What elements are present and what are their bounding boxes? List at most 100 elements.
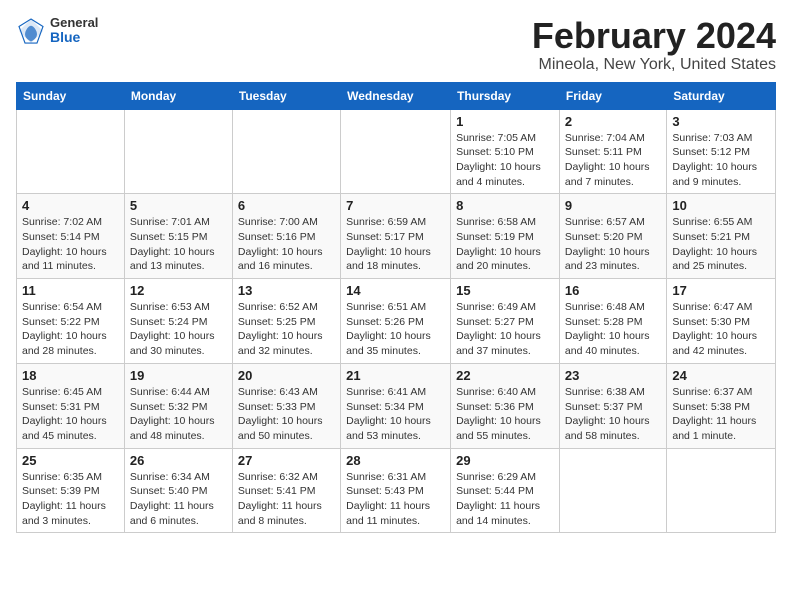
day-info: Sunrise: 6:52 AMSunset: 5:25 PMDaylight:…	[238, 300, 335, 359]
day-number: 14	[346, 283, 445, 298]
calendar-cell: 1 Sunrise: 7:05 AMSunset: 5:10 PMDaylight…	[451, 109, 560, 194]
day-info: Sunrise: 7:00 AMSunset: 5:16 PMDaylight:…	[238, 215, 335, 274]
calendar-cell: 2 Sunrise: 7:04 AMSunset: 5:11 PMDaylight…	[559, 109, 666, 194]
col-header-saturday: Saturday	[667, 82, 776, 109]
col-header-wednesday: Wednesday	[341, 82, 451, 109]
day-number: 9	[565, 198, 661, 213]
calendar-cell: 4Sunrise: 7:02 AMSunset: 5:14 PMDaylight…	[17, 194, 125, 279]
day-number: 15	[456, 283, 554, 298]
calendar-cell: 17 Sunrise: 6:47 AMSunset: 5:30 PMDayligh…	[667, 279, 776, 364]
calendar-week-row: 25 Sunrise: 6:35 AMSunset: 5:39 PMDayligh…	[17, 448, 776, 533]
calendar-cell: 22 Sunrise: 6:40 AMSunset: 5:36 PMDayligh…	[451, 363, 560, 448]
day-number: 11	[22, 283, 119, 298]
col-header-monday: Monday	[124, 82, 232, 109]
logo-icon	[16, 16, 46, 46]
day-number: 16	[565, 283, 661, 298]
calendar-cell: 5 Sunrise: 7:01 AMSunset: 5:15 PMDaylight…	[124, 194, 232, 279]
day-number: 2	[565, 114, 661, 129]
calendar-cell: 19 Sunrise: 6:44 AMSunset: 5:32 PMDayligh…	[124, 363, 232, 448]
calendar-cell: 8 Sunrise: 6:58 AMSunset: 5:19 PMDaylight…	[451, 194, 560, 279]
calendar-cell	[17, 109, 125, 194]
day-number: 23	[565, 368, 661, 383]
day-number: 29	[456, 453, 554, 468]
day-info: Sunrise: 6:34 AMSunset: 5:40 PMDaylight:…	[130, 470, 227, 529]
day-info: Sunrise: 6:57 AMSunset: 5:20 PMDaylight:…	[565, 215, 661, 274]
day-number: 22	[456, 368, 554, 383]
logo-text: General Blue	[50, 16, 98, 46]
day-info: Sunrise: 6:54 AMSunset: 5:22 PMDaylight:…	[22, 300, 119, 359]
day-info: Sunrise: 6:55 AMSunset: 5:21 PMDaylight:…	[672, 215, 770, 274]
calendar-cell: 16Sunrise: 6:48 AMSunset: 5:28 PMDayligh…	[559, 279, 666, 364]
day-info: Sunrise: 6:32 AMSunset: 5:41 PMDaylight:…	[238, 470, 335, 529]
col-header-thursday: Thursday	[451, 82, 560, 109]
calendar-cell: 9 Sunrise: 6:57 AMSunset: 5:20 PMDaylight…	[559, 194, 666, 279]
day-info: Sunrise: 6:44 AMSunset: 5:32 PMDaylight:…	[130, 385, 227, 444]
logo: General Blue	[16, 16, 98, 46]
day-info: Sunrise: 7:04 AMSunset: 5:11 PMDaylight:…	[565, 131, 661, 190]
day-info: Sunrise: 7:05 AMSunset: 5:10 PMDaylight:…	[456, 131, 554, 190]
day-info: Sunrise: 6:51 AMSunset: 5:26 PMDaylight:…	[346, 300, 445, 359]
day-info: Sunrise: 6:40 AMSunset: 5:36 PMDaylight:…	[456, 385, 554, 444]
day-info: Sunrise: 6:58 AMSunset: 5:19 PMDaylight:…	[456, 215, 554, 274]
day-number: 20	[238, 368, 335, 383]
day-number: 18	[22, 368, 119, 383]
logo-blue-text: Blue	[50, 30, 98, 45]
calendar-cell	[667, 448, 776, 533]
day-number: 17	[672, 283, 770, 298]
calendar-cell: 11 Sunrise: 6:54 AMSunset: 5:22 PMDayligh…	[17, 279, 125, 364]
day-info: Sunrise: 6:38 AMSunset: 5:37 PMDaylight:…	[565, 385, 661, 444]
calendar-week-row: 1 Sunrise: 7:05 AMSunset: 5:10 PMDaylight…	[17, 109, 776, 194]
day-number: 8	[456, 198, 554, 213]
calendar-cell: 6Sunrise: 7:00 AMSunset: 5:16 PMDaylight…	[232, 194, 340, 279]
day-number: 1	[456, 114, 554, 129]
calendar-cell: 14 Sunrise: 6:51 AMSunset: 5:26 PMDayligh…	[341, 279, 451, 364]
page-header: General Blue February 2024 Mineola, New …	[16, 16, 776, 74]
day-number: 5	[130, 198, 227, 213]
calendar-cell	[559, 448, 666, 533]
calendar-cell: 29 Sunrise: 6:29 AMSunset: 5:44 PMDayligh…	[451, 448, 560, 533]
page-subtitle: Mineola, New York, United States	[532, 56, 776, 74]
day-info: Sunrise: 6:43 AMSunset: 5:33 PMDaylight:…	[238, 385, 335, 444]
calendar-cell: 3Sunrise: 7:03 AMSunset: 5:12 PMDaylight…	[667, 109, 776, 194]
calendar-cell: 23 Sunrise: 6:38 AMSunset: 5:37 PMDayligh…	[559, 363, 666, 448]
day-info: Sunrise: 6:35 AMSunset: 5:39 PMDaylight:…	[22, 470, 119, 529]
page-title: February 2024	[532, 16, 776, 56]
calendar-week-row: 4Sunrise: 7:02 AMSunset: 5:14 PMDaylight…	[17, 194, 776, 279]
calendar-cell: 15 Sunrise: 6:49 AMSunset: 5:27 PMDayligh…	[451, 279, 560, 364]
day-number: 24	[672, 368, 770, 383]
day-info: Sunrise: 6:49 AMSunset: 5:27 PMDaylight:…	[456, 300, 554, 359]
calendar-cell	[341, 109, 451, 194]
day-number: 10	[672, 198, 770, 213]
day-info: Sunrise: 6:47 AMSunset: 5:30 PMDaylight:…	[672, 300, 770, 359]
calendar-cell: 12 Sunrise: 6:53 AMSunset: 5:24 PMDayligh…	[124, 279, 232, 364]
calendar-cell: 10 Sunrise: 6:55 AMSunset: 5:21 PMDayligh…	[667, 194, 776, 279]
day-info: Sunrise: 6:59 AMSunset: 5:17 PMDaylight:…	[346, 215, 445, 274]
calendar-header-row: SundayMondayTuesdayWednesdayThursdayFrid…	[17, 82, 776, 109]
day-info: Sunrise: 6:29 AMSunset: 5:44 PMDaylight:…	[456, 470, 554, 529]
calendar-week-row: 11 Sunrise: 6:54 AMSunset: 5:22 PMDayligh…	[17, 279, 776, 364]
day-number: 7	[346, 198, 445, 213]
col-header-sunday: Sunday	[17, 82, 125, 109]
day-number: 13	[238, 283, 335, 298]
calendar-table: SundayMondayTuesdayWednesdayThursdayFrid…	[16, 82, 776, 534]
calendar-cell: 7 Sunrise: 6:59 AMSunset: 5:17 PMDaylight…	[341, 194, 451, 279]
day-info: Sunrise: 6:31 AMSunset: 5:43 PMDaylight:…	[346, 470, 445, 529]
day-number: 12	[130, 283, 227, 298]
calendar-cell: 24Sunrise: 6:37 AMSunset: 5:38 PMDayligh…	[667, 363, 776, 448]
calendar-cell: 13 Sunrise: 6:52 AMSunset: 5:25 PMDayligh…	[232, 279, 340, 364]
calendar-week-row: 18Sunrise: 6:45 AMSunset: 5:31 PMDayligh…	[17, 363, 776, 448]
day-info: Sunrise: 7:01 AMSunset: 5:15 PMDaylight:…	[130, 215, 227, 274]
col-header-friday: Friday	[559, 82, 666, 109]
day-number: 19	[130, 368, 227, 383]
day-number: 21	[346, 368, 445, 383]
day-number: 26	[130, 453, 227, 468]
day-info: Sunrise: 6:53 AMSunset: 5:24 PMDaylight:…	[130, 300, 227, 359]
calendar-cell: 28 Sunrise: 6:31 AMSunset: 5:43 PMDayligh…	[341, 448, 451, 533]
day-number: 28	[346, 453, 445, 468]
calendar-cell: 18Sunrise: 6:45 AMSunset: 5:31 PMDayligh…	[17, 363, 125, 448]
day-info: Sunrise: 6:41 AMSunset: 5:34 PMDaylight:…	[346, 385, 445, 444]
logo-general-text: General	[50, 16, 98, 30]
day-number: 3	[672, 114, 770, 129]
day-number: 25	[22, 453, 119, 468]
day-info: Sunrise: 7:02 AMSunset: 5:14 PMDaylight:…	[22, 215, 119, 274]
